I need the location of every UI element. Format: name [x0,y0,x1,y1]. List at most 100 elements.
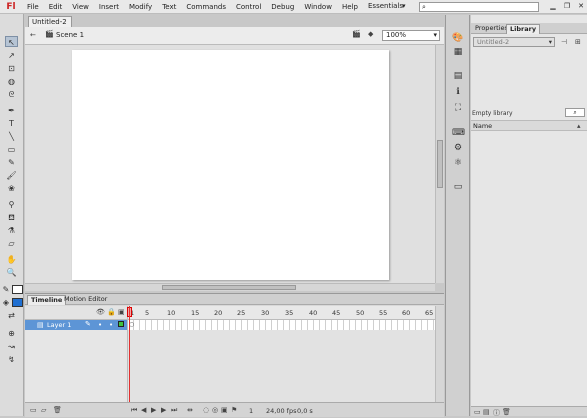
visibility-dot-icon[interactable]: • [98,321,102,329]
stage-horizontal-scrollbar[interactable] [25,283,435,291]
close-button[interactable]: ✕ [575,1,587,11]
layer-name[interactable]: Layer 1 [47,321,71,329]
stage[interactable] [72,50,389,280]
outline-icon[interactable]: ▣ [118,308,125,316]
eyedropper-tool-icon[interactable]: ⚗ [5,225,18,236]
menu-window[interactable]: Window [299,3,337,11]
library-document-select[interactable]: Untitled-2 ▾ [473,37,555,47]
menu-control[interactable]: Control [231,3,266,11]
pen-tool-icon[interactable]: ✒ [5,105,18,116]
align-panel-icon[interactable]: ▤ [452,71,464,81]
fill-color-icon[interactable]: ◈ [1,297,11,308]
lasso-tool-icon[interactable]: ᘓ [5,89,18,100]
step-back-icon[interactable]: ◀ [141,406,146,414]
3d-rotation-tool-icon[interactable]: ◍ [5,76,18,87]
menu-commands[interactable]: Commands [181,3,231,11]
eye-icon[interactable]: 👁 [96,308,105,316]
onion-skin-icon[interactable]: ◌ [203,406,209,414]
restore-button[interactable]: ❐ [561,1,573,11]
info-panel-icon[interactable]: ℹ [452,87,464,97]
line-tool-icon[interactable]: ╲ [5,131,18,142]
zoom-tool-icon[interactable]: 🔍 [5,267,18,278]
components-icon[interactable]: ⚙ [452,143,464,153]
new-symbol-icon[interactable]: ▭ [474,408,481,416]
onion-outline-icon[interactable]: ◎ [212,406,218,414]
scrollbar-thumb[interactable] [162,285,296,290]
brush-tool-icon[interactable]: 🖌 [5,170,18,181]
chevron-down-icon[interactable]: ▾ [433,31,437,40]
layer-row[interactable]: ▤ Layer 1 ✎ • • [25,320,128,330]
snap-to-objects-icon[interactable]: ⊕ [5,328,18,339]
subselection-tool-icon[interactable]: ↗ [5,50,18,61]
lock-icon[interactable]: 🔒 [107,308,116,316]
edit-scene-icon[interactable]: 🎬 [352,30,361,38]
pasteboard[interactable] [25,45,435,283]
fill-color-swatch[interactable] [12,298,23,307]
go-to-last-frame-icon[interactable]: ⏭ [171,406,177,415]
document-tab[interactable]: Untitled-2 × [28,16,72,36]
straighten-icon[interactable]: ↯ [5,354,18,365]
selection-tool-icon[interactable]: ↖ [5,36,18,47]
menu-insert[interactable]: Insert [94,3,124,11]
scrollbar-thumb[interactable] [437,140,443,188]
zoom-select[interactable]: 100% ▾ [382,30,440,41]
frame-rate[interactable]: 24,00 fps [266,407,296,415]
column-name[interactable]: Name [473,122,492,130]
delete-icon[interactable]: 🗑 [53,406,62,414]
new-folder-icon[interactable]: ▤ [483,408,490,416]
modify-markers-icon[interactable]: ⚑ [231,406,237,414]
menu-help[interactable]: Help [337,3,363,11]
center-frame-icon[interactable]: ⇹ [187,406,193,414]
menu-view[interactable]: View [67,3,94,11]
motion-presets-icon[interactable]: ⚛ [452,158,464,168]
menu-modify[interactable]: Modify [124,3,157,11]
chevron-down-icon[interactable]: ▾ [402,2,406,10]
menu-text[interactable]: Text [157,3,181,11]
step-forward-icon[interactable]: ▶ [161,406,166,414]
color-panel-icon[interactable]: 🎨 [452,33,464,43]
pin-icon[interactable]: ⊣ [561,38,567,46]
new-folder-icon[interactable]: ▱ [41,406,46,414]
stage-vertical-scrollbar[interactable] [435,45,444,283]
back-arrow-icon[interactable]: ← [30,31,36,39]
code-snippets-icon[interactable]: ⌨ [452,128,465,138]
bone-tool-icon[interactable]: ⚲ [5,199,18,210]
properties-icon[interactable]: ⓘ [493,408,500,418]
stroke-color-icon[interactable]: ✎ [1,284,11,295]
eraser-tool-icon[interactable]: ▱ [5,238,18,249]
rectangle-tool-icon[interactable]: ▭ [5,144,18,155]
edit-symbols-icon[interactable]: ◆ [368,30,373,38]
new-library-panel-icon[interactable]: ⊞ [575,38,581,46]
tab-motion-editor[interactable]: Motion Editor [61,295,110,305]
frame-ruler[interactable]: 1 5 10 15 20 25 30 35 40 45 50 55 60 65 [128,306,435,320]
swap-colors-icon[interactable]: ⇄ [5,310,18,321]
help-search-input[interactable]: ⌕ [419,2,539,12]
deco-tool-icon[interactable]: ❀ [5,183,18,194]
stroke-color-swatch[interactable] [12,285,23,294]
menu-file[interactable]: File [22,3,44,11]
text-tool-icon[interactable]: T [5,118,18,129]
lock-dot-icon[interactable]: • [109,321,113,329]
transform-panel-icon[interactable]: ⛶ [452,103,464,113]
paint-bucket-tool-icon[interactable]: ⛾ [5,212,18,223]
library-search-input[interactable]: ⌕ [565,108,585,117]
delete-icon[interactable]: 🗑 [502,408,511,416]
minimize-button[interactable]: ▁ [547,1,559,11]
swatches-panel-icon[interactable]: ▦ [452,47,464,57]
menu-edit[interactable]: Edit [44,3,68,11]
workspace-switcher[interactable]: Essentials [368,2,403,10]
smooth-icon[interactable]: ↝ [5,341,18,352]
go-to-first-frame-icon[interactable]: ⏮ [131,406,137,415]
playhead[interactable] [129,306,130,414]
play-icon[interactable]: ▶ [151,406,156,414]
new-layer-icon[interactable]: ▭ [30,406,37,414]
free-transform-tool-icon[interactable]: ⊡ [5,63,18,74]
menu-debug[interactable]: Debug [266,3,299,11]
pencil-tool-icon[interactable]: ✎ [5,157,18,168]
frames-row[interactable]: ○ [128,320,435,330]
chevron-down-icon[interactable]: ▾ [549,38,552,46]
history-panel-icon[interactable]: ▭ [452,182,464,192]
outline-color-icon[interactable] [118,321,124,327]
sort-icon[interactable]: ▴ [577,122,581,130]
timeline-vertical-scrollbar[interactable] [435,306,444,402]
